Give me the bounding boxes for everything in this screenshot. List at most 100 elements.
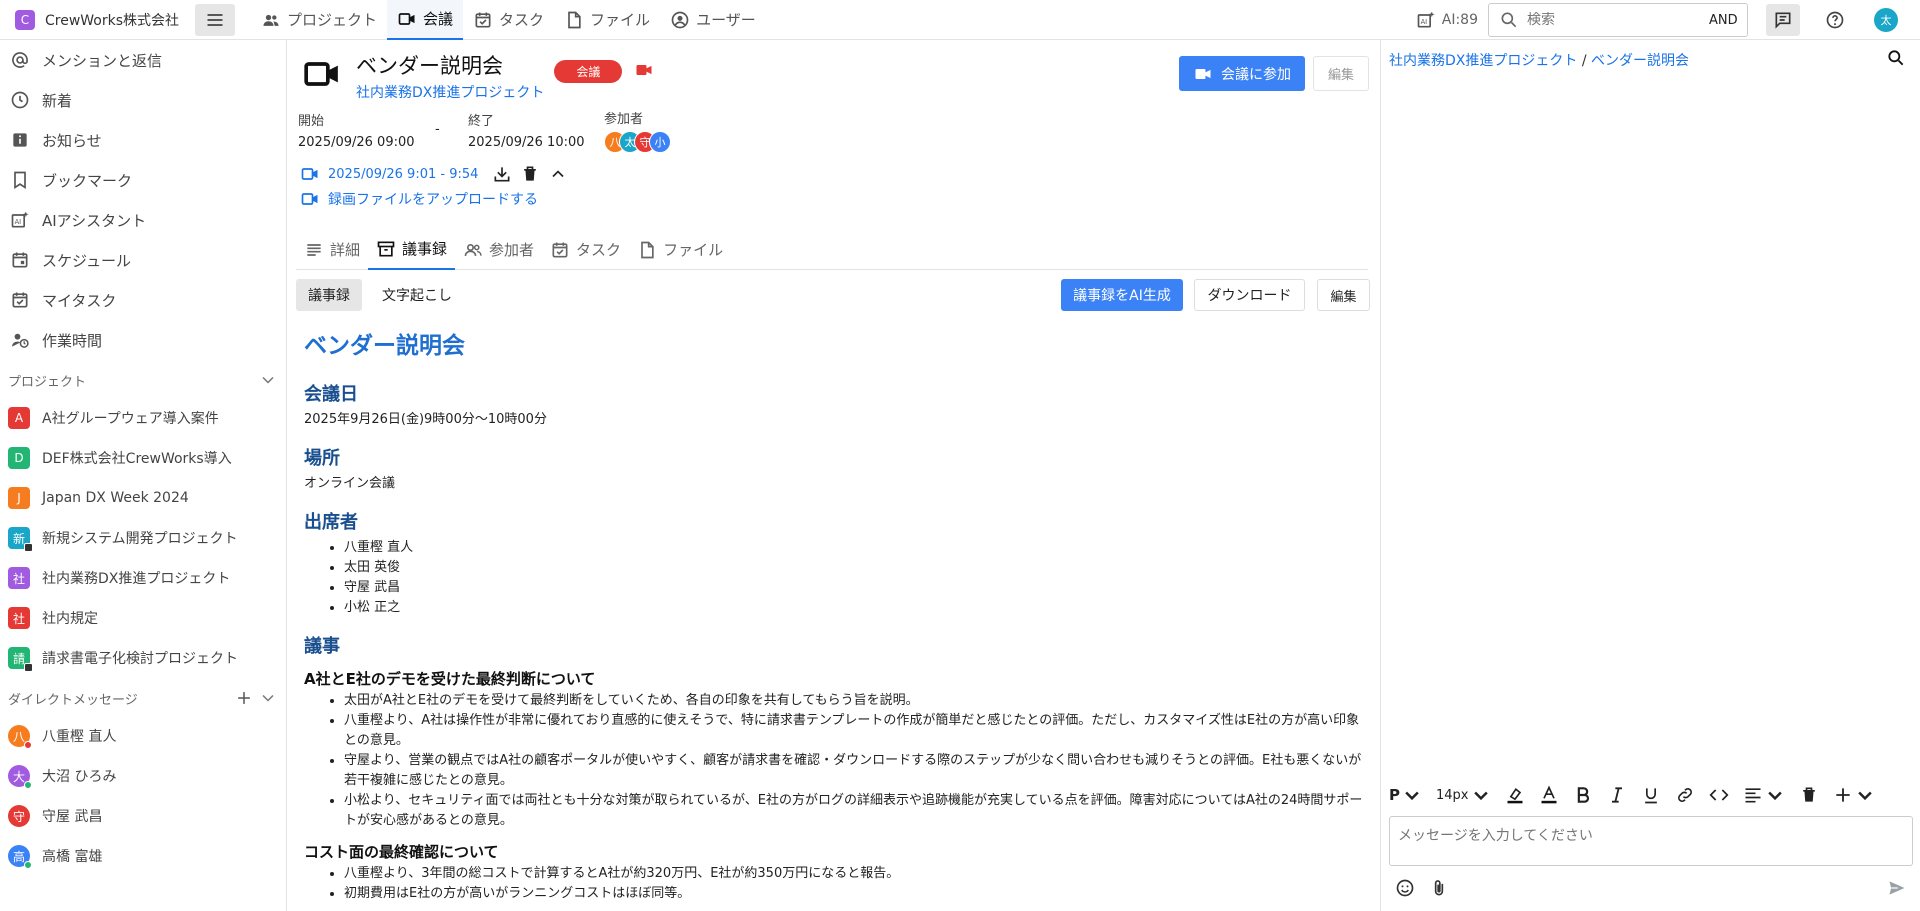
tab-participants[interactable]: 参加者 [455,230,542,270]
meeting-type-badge: 会議 [554,60,623,83]
list-item: 太田がA社とE社のデモを受けて最終判断をしていくため、各自の印象を共有してもらう… [344,691,1364,711]
projects-section-header[interactable]: プロジェクト [0,362,286,398]
chevron-up-icon[interactable] [548,164,568,184]
highlight-color-icon[interactable] [1505,785,1525,805]
brand[interactable]: C CrewWorks株式会社 [0,9,195,30]
download-button[interactable]: ダウンロード [1194,279,1305,311]
sidebar-dm-item[interactable]: 高 高橋 富雄 [0,836,286,876]
message-actions [1389,874,1913,902]
align-dropdown[interactable] [1743,785,1785,805]
sidebar-project-item[interactable]: 社 社内業務DX推進プロジェクト [0,558,286,598]
tab-details[interactable]: 詳細 [296,230,368,270]
breadcrumb-project-link[interactable]: 社内業務DX推進プロジェクト [1389,53,1577,69]
sidebar-item-label: お知らせ [42,131,102,150]
sidebar-item-schedule[interactable]: スケジュール [0,240,286,280]
edit-meeting-button[interactable]: 編集 [1313,56,1369,91]
chat-panel-button[interactable] [1766,4,1800,36]
sidebar-dm-item[interactable]: 大 大沼 ひろみ [0,756,286,796]
sidebar-project-item[interactable]: J Japan DX Week 2024 [0,478,286,518]
menu-toggle-button[interactable] [195,3,235,36]
sidebar-item-work-time[interactable]: 作業時間 [0,320,286,360]
search-icon [1499,10,1519,30]
bold-icon[interactable] [1573,785,1593,805]
attachment-icon[interactable] [1429,878,1449,898]
attendees-heading: 出席者 [304,512,358,533]
user-avatar[interactable]: 太 [1874,8,1898,32]
nav-tab-users[interactable]: ユーザー [660,0,766,40]
tab-minutes[interactable]: 議事録 [368,230,456,270]
minutes-title: ベンダー説明会 [304,333,465,359]
date-heading: 会議日 [304,384,358,405]
sidebar-item-bookmarks[interactable]: ブックマーク [0,160,286,200]
sidebar-project-item[interactable]: D DEF株式会社CrewWorks導入 [0,438,286,478]
file-icon [637,240,657,260]
clear-format-icon[interactable] [1799,785,1819,805]
font-size-dropdown[interactable]: 14px [1436,785,1491,805]
status-dot [24,861,32,869]
meeting-title: ベンダー説明会 [356,54,503,78]
place-text: オンライン会議 [304,476,396,491]
nav-tab-tasks[interactable]: タスク [463,0,554,40]
search-box[interactable]: AND [1488,3,1748,37]
tab-label: 参加者 [489,241,535,259]
insert-dropdown[interactable] [1833,785,1875,805]
dm-section-header[interactable]: ダイレクトメッセージ [0,680,286,716]
sidebar-dm-item[interactable]: 守 守屋 武昌 [0,796,286,836]
link-icon[interactable] [1675,785,1695,805]
subtab-transcript[interactable]: 文字起こし [370,279,464,311]
tab-tasks[interactable]: タスク [542,230,629,270]
start-label: 開始 [298,114,325,129]
sidebar-dm-item[interactable]: 八 八重樫 直人 [0,716,286,756]
ai-generate-minutes-button[interactable]: 議事録をAI生成 [1061,279,1183,311]
nav-tab-files[interactable]: ファイル [554,0,660,40]
search-icon[interactable] [1886,48,1906,68]
upload-recording-row[interactable]: 録画ファイルをアップロードする [300,189,538,209]
video-icon [1193,64,1213,84]
paragraph-style-dropdown[interactable]: P [1389,785,1422,805]
sidebar-item-label: メンションと返信 [42,51,163,70]
meeting-project-link[interactable]: 社内業務DX推進プロジェクト [356,82,544,102]
message-input[interactable] [1389,816,1913,866]
emoji-icon[interactable] [1395,878,1415,898]
sidebar-item-notices[interactable]: お知らせ [0,120,286,160]
sidebar-project-item[interactable]: 請 請求書電子化検討プロジェクト [0,638,286,678]
search-mode-toggle[interactable]: AND [1709,13,1738,28]
tab-files[interactable]: ファイル [629,230,731,270]
search-input[interactable] [1527,12,1701,28]
download-icon[interactable] [492,164,512,184]
help-button[interactable] [1818,4,1852,36]
sidebar-item-mentions[interactable]: メンションと返信 [0,40,286,80]
chevron-down-icon [1402,785,1422,805]
code-icon[interactable] [1708,785,1729,805]
nav-tab-projects[interactable]: プロジェクト [251,0,387,40]
breadcrumb-page-link[interactable]: ベンダー説明会 [1591,53,1689,69]
participant-avatars[interactable]: 八 太 守 小 [604,131,671,153]
join-meeting-button[interactable]: 会議に参加 [1179,56,1305,91]
edit-minutes-button[interactable]: 編集 [1317,279,1370,311]
trash-icon[interactable] [520,164,540,184]
sidebar-item-new[interactable]: 新着 [0,80,286,120]
ai-icon[interactable]: AI [1416,10,1436,30]
chevron-down-icon[interactable] [258,370,278,390]
subtab-minutes[interactable]: 議事録 [296,279,362,311]
sidebar-project-item[interactable]: 社 社内規定 [0,598,286,638]
sidebar-project-item[interactable]: A A社グループウェア導入案件 [0,398,286,438]
help-icon [1825,10,1845,30]
recording-link[interactable]: 2025/09/26 9:01 - 9:54 [328,167,478,182]
chevron-down-icon[interactable] [258,688,278,708]
upload-recording-link[interactable]: 録画ファイルをアップロードする [328,189,538,209]
project-badge: A [8,407,30,429]
list-item: 小松より、セキュリティ面では両社とも十分な対策が取られているが、E社の方がログの… [344,791,1364,831]
end-label: 終了 [468,114,495,129]
italic-icon[interactable] [1607,785,1627,805]
chevron-down-icon [1471,785,1491,805]
dm-label: 守屋 武昌 [42,809,103,825]
sidebar-item-ai-assistant[interactable]: AI AIアシスタント [0,200,286,240]
underline-icon[interactable] [1641,785,1661,805]
sidebar-project-item[interactable]: 新 新規システム開発プロジェクト [0,518,286,558]
sidebar-item-my-tasks[interactable]: マイタスク [0,280,286,320]
plus-icon[interactable] [234,688,254,708]
nav-tab-meetings[interactable]: 会議 [387,0,464,40]
send-icon[interactable] [1887,878,1907,898]
text-color-icon[interactable] [1539,785,1559,805]
